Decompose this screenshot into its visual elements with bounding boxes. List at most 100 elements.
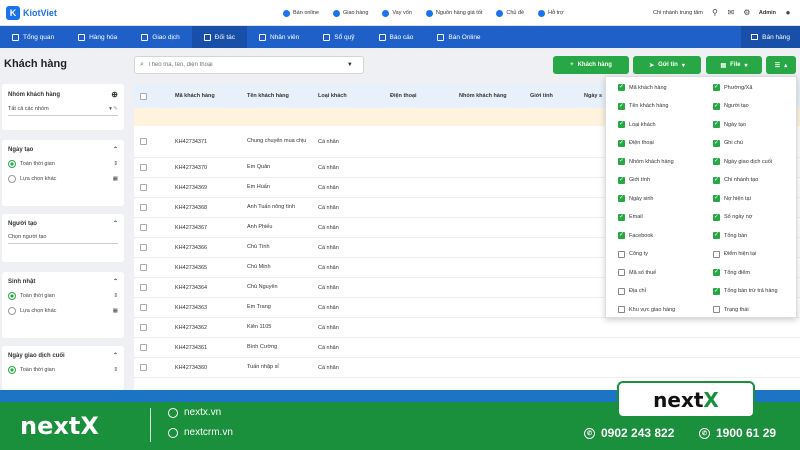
nav-item[interactable]: Đối tác — [191, 26, 247, 48]
website-link-1[interactable]: nextx.vn — [168, 407, 221, 418]
column-option[interactable]: Địa chỉ — [618, 287, 646, 295]
calendar-icon[interactable]: ▦ — [113, 176, 118, 182]
column-option[interactable]: Mã số thuế — [618, 269, 656, 276]
col-header[interactable]: Nhóm khách hàng — [459, 84, 507, 108]
table-row[interactable]: KH42734362 Kiên 1105 Cá nhân — [134, 318, 800, 338]
nav-item[interactable]: Tổng quan — [0, 26, 66, 48]
nav-item[interactable]: Bán Online — [425, 26, 492, 48]
row-checkbox[interactable] — [140, 138, 147, 145]
col-header[interactable]: Loại khách — [318, 84, 347, 108]
column-checkbox[interactable] — [618, 250, 625, 258]
column-toggle-button[interactable]: ☰ ▴ — [766, 56, 796, 74]
column-checkbox[interactable]: ✓ — [713, 84, 720, 91]
sort-icon[interactable]: ⇕ — [113, 293, 118, 299]
column-option[interactable]: ✓ Mã khách hàng — [618, 84, 667, 91]
calendar-icon[interactable]: ▦ — [113, 308, 118, 314]
column-checkbox[interactable] — [713, 306, 720, 313]
column-checkbox[interactable]: ✓ — [713, 176, 720, 184]
column-option[interactable]: ✓ Ngày tạo — [713, 121, 746, 128]
topnav-item[interactable]: Hỗ trợ — [538, 9, 564, 17]
column-checkbox[interactable]: ✓ — [618, 121, 625, 128]
column-checkbox[interactable]: ✓ — [713, 269, 720, 276]
search-input[interactable] — [147, 62, 343, 68]
column-checkbox[interactable]: ✓ — [618, 158, 625, 165]
search-box[interactable]: ⌕ ▼ — [134, 56, 364, 74]
nav-item[interactable]: Giao dịch — [129, 26, 191, 48]
column-checkbox[interactable]: ✓ — [713, 158, 720, 165]
row-checkbox[interactable] — [140, 244, 147, 251]
row-checkbox[interactable] — [140, 344, 147, 351]
column-checkbox[interactable]: ✓ — [713, 102, 720, 110]
row-checkbox[interactable] — [140, 264, 147, 271]
creator-select[interactable]: Chọn người tạo — [8, 234, 46, 240]
topnav-item[interactable]: Chủ đề — [496, 9, 524, 17]
column-checkbox[interactable]: ✓ — [713, 287, 720, 295]
user-name[interactable]: Admin — [759, 10, 776, 16]
add-customer-button[interactable]: + Khách hàng — [553, 56, 629, 74]
phone-number-1[interactable]: ✆ 0902 243 822 — [584, 426, 674, 440]
column-option[interactable]: ✓ Nhóm khách hàng — [618, 158, 674, 165]
column-checkbox[interactable]: ✓ — [713, 232, 720, 239]
topnav-item[interactable]: Giao hàng — [333, 9, 368, 17]
radio-all-time[interactable] — [8, 292, 16, 300]
pencil-icon[interactable]: ✎ — [113, 106, 118, 112]
add-circle-icon[interactable]: ⊕ — [111, 90, 118, 99]
nav-item[interactable]: Nhân viên — [247, 26, 311, 48]
column-checkbox[interactable]: ✓ — [713, 213, 720, 221]
sort-icon[interactable]: ⇕ — [113, 161, 118, 167]
sort-icon[interactable]: ⇕ — [113, 367, 118, 373]
column-option[interactable]: ✓ Tổng bán — [713, 232, 747, 239]
column-checkbox[interactable]: ✓ — [618, 213, 625, 221]
column-checkbox[interactable]: ✓ — [618, 139, 625, 147]
caret-down-icon[interactable]: ▼ — [347, 62, 353, 68]
nav-item[interactable]: Báo cáo — [367, 26, 426, 48]
column-option[interactable]: Trạng thái — [713, 306, 749, 313]
group-select-value[interactable]: Tất cả các nhóm — [8, 106, 49, 112]
user-avatar-icon[interactable]: ● — [784, 9, 792, 17]
topnav-item[interactable]: Bán online — [283, 9, 319, 17]
website-link-2[interactable]: nextcrm.vn — [168, 427, 233, 438]
location-pin-icon[interactable]: ⚲ — [711, 9, 719, 17]
column-option[interactable]: ✓ Phường/Xã — [713, 84, 752, 91]
branch-name[interactable]: Chi nhánh trung tâm — [653, 10, 703, 16]
column-option[interactable]: ✓ Giới tính — [618, 176, 650, 184]
file-button[interactable]: ▤ File ▾ — [706, 56, 762, 74]
column-option[interactable]: ✓ Ngày giao dịch cuối — [713, 158, 772, 165]
col-header[interactable]: Mã khách hàng — [175, 84, 215, 108]
row-checkbox[interactable] — [140, 304, 147, 311]
column-option[interactable]: ✓ Tổng điểm — [713, 269, 750, 276]
column-option[interactable]: ✓ Email — [618, 213, 643, 221]
app-logo[interactable]: K KiotViet — [6, 5, 57, 20]
column-checkbox[interactable] — [618, 287, 625, 295]
nav-item[interactable]: Sổ quỹ — [311, 26, 366, 48]
select-all-checkbox[interactable] — [140, 92, 147, 100]
radio-custom[interactable] — [8, 307, 16, 315]
radio-custom[interactable] — [8, 175, 16, 183]
chevron-up-icon[interactable]: ⌃ — [113, 352, 118, 359]
row-checkbox[interactable] — [140, 284, 147, 291]
column-checkbox[interactable] — [618, 269, 625, 276]
chevron-up-icon[interactable]: ⌃ — [113, 278, 118, 285]
row-checkbox[interactable] — [140, 224, 147, 231]
row-checkbox[interactable] — [140, 184, 147, 191]
column-option[interactable]: ✓ Ghi chú — [713, 139, 743, 147]
column-option[interactable]: ✓ Người tạo — [713, 102, 749, 110]
chevron-up-icon[interactable]: ⌃ — [113, 146, 118, 153]
column-option[interactable]: Công ty — [618, 250, 648, 258]
col-header[interactable]: Giới tính — [530, 84, 553, 108]
radio-all-time[interactable] — [8, 160, 16, 168]
column-option[interactable]: Điểm hiện tại — [713, 250, 756, 258]
topnav-item[interactable]: Vay vốn — [382, 9, 412, 17]
column-option[interactable]: ✓ Tổng bán trừ trả hàng — [713, 287, 778, 295]
column-option[interactable]: ✓ Điện thoại — [618, 139, 654, 147]
column-checkbox[interactable]: ✓ — [713, 121, 720, 128]
column-option[interactable]: Khu vực giao hàng — [618, 306, 675, 313]
col-header[interactable]: Điện thoại — [390, 84, 417, 108]
row-checkbox[interactable] — [140, 204, 147, 211]
sell-button[interactable]: Bán hàng — [741, 26, 800, 48]
column-option[interactable]: ✓ Ngày sinh — [618, 195, 653, 202]
column-option[interactable]: ✓ Chi nhánh tạo — [713, 176, 758, 184]
topnav-item[interactable]: Nguồn hàng giá tốt — [425, 9, 482, 17]
table-row[interactable]: KH42734361 Bình Cường Cá nhân — [134, 338, 800, 358]
row-checkbox[interactable] — [140, 364, 147, 371]
